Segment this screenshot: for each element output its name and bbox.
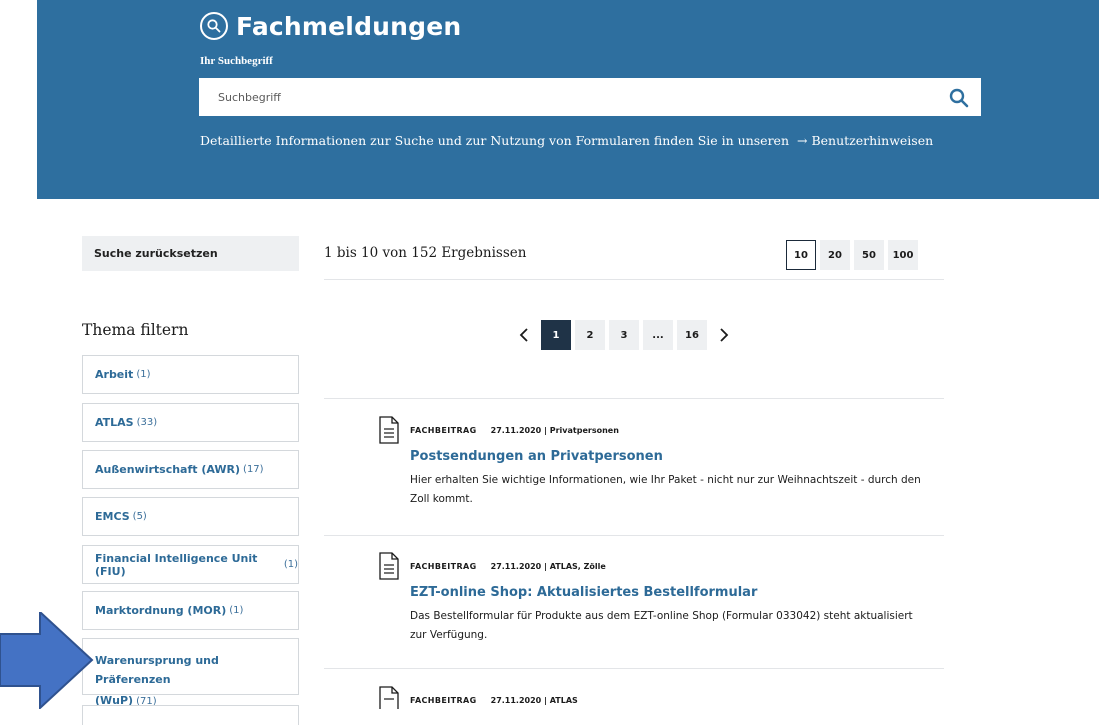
document-icon	[379, 686, 399, 709]
result-title-link[interactable]: EZT-online Shop: Aktualisiertes Bestellf…	[410, 585, 757, 600]
per-page-option[interactable]: 20	[820, 240, 850, 270]
filter-count: (17)	[243, 464, 264, 475]
divider	[324, 398, 944, 399]
filter-count: (1)	[136, 369, 151, 380]
info-link[interactable]: → Benutzerhinweisen	[793, 133, 933, 148]
filter-item-wup[interactable]: Warenursprung und Präferenzen (WuP) (71)	[82, 638, 299, 707]
search-label: Ihr Suchbegriff	[200, 55, 273, 67]
per-page-option[interactable]: 10	[786, 240, 816, 270]
filter-item-fiu[interactable]: Financial Intelligence Unit (FIU) (1)	[82, 545, 299, 584]
pagination: 1 2 3 ... 16	[511, 320, 737, 350]
filter-title: Thema filtern	[82, 321, 189, 339]
filter-label: Arbeit	[95, 368, 134, 381]
filter-label: ATLAS	[95, 416, 134, 429]
filter-count: (33)	[136, 417, 158, 428]
search-input[interactable]	[199, 78, 919, 116]
page-button[interactable]: 16	[677, 320, 707, 350]
page-title: Fachmeldungen	[200, 6, 461, 46]
result-count: 1 bis 10 von 152 Ergebnissen	[324, 245, 527, 261]
result-type: FACHBEITRAG	[410, 696, 477, 705]
filter-label: Warenursprung und Präferenzen	[95, 654, 219, 686]
result-description: Hier erhalten Sie wichtige Informationen…	[410, 474, 921, 505]
filter-count: (1)	[229, 605, 244, 616]
info-text: Detaillierte Informationen zur Suche und…	[200, 133, 790, 148]
result-type: FACHBEITRAG	[410, 426, 477, 435]
per-page-selector: 10 20 50 100	[786, 240, 918, 270]
filter-item-awr[interactable]: Außenwirtschaft (AWR) (17)	[82, 450, 299, 489]
filter-item-arbeit[interactable]: Arbeit (1)	[82, 355, 299, 394]
info-link-label: Benutzerhinweisen	[811, 133, 934, 148]
result-date: 27.11.2020 | ATLAS	[490, 696, 578, 705]
divider	[324, 668, 944, 669]
arrow-right-icon: →	[793, 133, 808, 148]
result-description: Das Bestellformular für Produkte aus dem…	[410, 610, 913, 641]
result-meta: FACHBEITRAG 27.11.2020 | ATLAS, Zölle	[410, 562, 606, 571]
result-meta: FACHBEITRAG 27.11.2020 | Privatpersonen	[410, 426, 619, 435]
filter-label: EMCS	[95, 510, 130, 523]
search-box	[199, 78, 981, 116]
per-page-option[interactable]: 50	[854, 240, 884, 270]
filter-count: (5)	[132, 511, 147, 522]
next-page-button[interactable]	[711, 320, 737, 350]
annotation-arrow-icon	[0, 612, 94, 709]
chevron-right-icon	[720, 328, 729, 342]
filter-item-next[interactable]	[82, 705, 299, 725]
document-icon	[379, 416, 399, 444]
filter-count: (1)	[283, 559, 298, 570]
page-title-text: Fachmeldungen	[236, 11, 462, 41]
filter-item-atlas[interactable]: ATLAS (33)	[82, 403, 299, 442]
reset-search-button[interactable]: Suche zurücksetzen	[82, 236, 299, 271]
prev-page-button[interactable]	[511, 320, 537, 350]
result-item: FACHBEITRAG 27.11.2020 | ATLAS	[378, 686, 938, 709]
result-date: 27.11.2020 | Privatpersonen	[490, 426, 619, 435]
per-page-option[interactable]: 100	[888, 240, 918, 270]
page-button[interactable]: 3	[609, 320, 639, 350]
filter-item-emcs[interactable]: EMCS (5)	[82, 497, 299, 536]
result-date: 27.11.2020 | ATLAS, Zölle	[490, 562, 606, 571]
result-title-link[interactable]: Postsendungen an Privatpersonen	[410, 449, 663, 464]
search-icon	[200, 12, 228, 40]
search-header: Fachmeldungen Ihr Suchbegriff Detaillier…	[37, 0, 1099, 199]
filter-label: Außenwirtschaft (AWR)	[95, 463, 241, 476]
chevron-left-icon	[519, 328, 528, 342]
result-type: FACHBEITRAG	[410, 562, 477, 571]
filter-item-mor[interactable]: Marktordnung (MOR) (1)	[82, 591, 299, 630]
info-line: Detaillierte Informationen zur Suche und…	[200, 133, 933, 148]
divider	[324, 535, 944, 536]
result-meta: FACHBEITRAG 27.11.2020 | ATLAS	[410, 696, 578, 705]
document-icon	[379, 552, 399, 580]
page-button[interactable]: 1	[541, 320, 571, 350]
filter-label: Marktordnung (MOR)	[95, 604, 227, 617]
search-button[interactable]	[947, 86, 971, 110]
page-button[interactable]: 2	[575, 320, 605, 350]
filter-label: Financial Intelligence Unit (FIU)	[95, 551, 258, 578]
result-item: FACHBEITRAG 27.11.2020 | ATLAS, Zölle EZT…	[378, 552, 938, 662]
result-item: FACHBEITRAG 27.11.2020 | Privatpersonen P…	[378, 416, 938, 526]
divider	[324, 279, 944, 280]
page-ellipsis: ...	[643, 320, 673, 350]
magnifier-icon	[949, 88, 969, 108]
